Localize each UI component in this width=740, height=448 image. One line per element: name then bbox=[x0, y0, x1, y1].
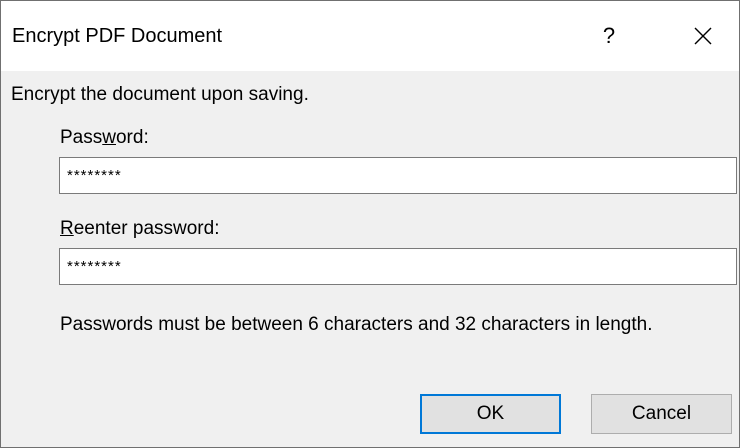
password-label: Password: bbox=[60, 127, 149, 148]
reenter-password-input[interactable] bbox=[59, 248, 737, 285]
cancel-button[interactable]: Cancel bbox=[591, 394, 732, 434]
password-input[interactable] bbox=[59, 157, 737, 194]
encrypt-pdf-dialog: Encrypt PDF Document ? Encrypt the docum… bbox=[0, 0, 740, 448]
password-length-hint: Passwords must be between 6 characters a… bbox=[60, 314, 653, 335]
ok-button[interactable]: OK bbox=[420, 394, 561, 434]
accelerator-key: w bbox=[102, 127, 116, 148]
close-icon bbox=[694, 27, 712, 45]
reenter-password-label: Reenter password: bbox=[60, 218, 220, 239]
help-button[interactable]: ? bbox=[581, 11, 637, 61]
close-button[interactable] bbox=[673, 11, 733, 61]
title-bar[interactable]: Encrypt PDF Document ? bbox=[1, 1, 739, 71]
dialog-title: Encrypt PDF Document bbox=[12, 25, 223, 47]
accelerator-key: R bbox=[60, 218, 74, 239]
intro-text: Encrypt the document upon saving. bbox=[11, 84, 309, 105]
